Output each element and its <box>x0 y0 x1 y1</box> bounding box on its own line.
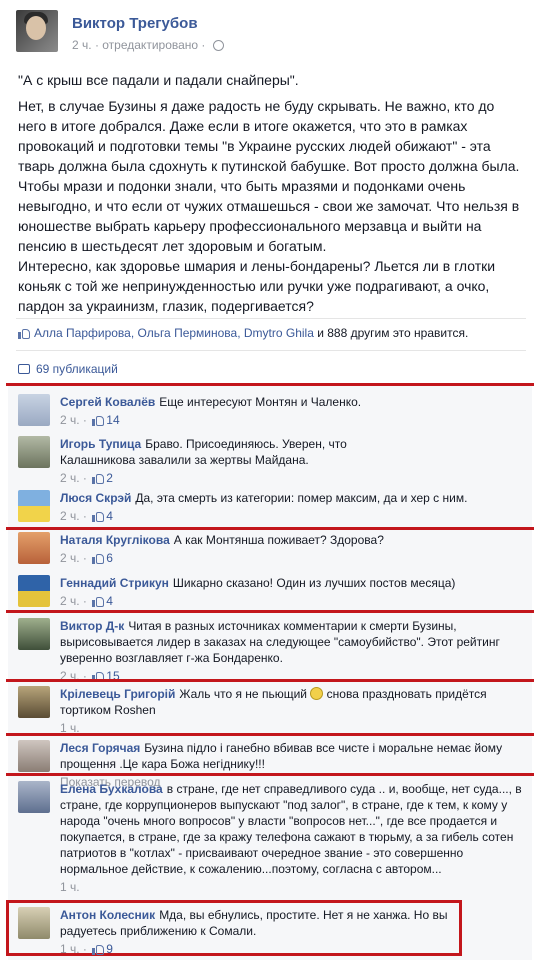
comment-author[interactable]: Люся Скрэй <box>60 491 131 505</box>
comment-likes[interactable]: 9 <box>106 942 113 956</box>
frown-emoji-icon <box>310 687 324 700</box>
post-paragraph: "А с крыш все падали и падали снайперы". <box>18 72 299 88</box>
avatar[interactable] <box>18 686 50 718</box>
comment-text: Шикарно сказано! Один из лучших постов м… <box>172 576 456 590</box>
comment-time[interactable]: 2 ч. · <box>60 413 87 427</box>
comment-meta: 2 ч. · 14 <box>60 412 526 428</box>
comment-body: Сергей Ковалёв Еще интересуют Монтян и Ча… <box>60 394 526 428</box>
divider <box>16 318 526 319</box>
comment-body: Люся Скрэй Да, эта смерть из категории: п… <box>60 490 526 524</box>
comment-time[interactable]: 1 ч. · <box>60 942 87 956</box>
like-icon <box>18 327 30 339</box>
avatar[interactable] <box>18 490 50 522</box>
likes-summary: Алла Парфирова, Ольга Перминова, Dmytro … <box>18 326 468 340</box>
comment-likes[interactable]: 6 <box>106 551 113 565</box>
highlight-line <box>6 527 534 530</box>
post-time[interactable]: 2 ч. <box>72 38 92 52</box>
comment-text: Читая в разных источниках комментарии к … <box>60 619 500 665</box>
comment-time[interactable]: 2 ч. · <box>60 594 87 608</box>
comment-time[interactable]: 2 ч. · <box>60 509 87 523</box>
comment-text: Да, эта смерть из категории: помер макси… <box>135 491 468 505</box>
avatar[interactable] <box>18 436 50 468</box>
like-icon <box>92 414 105 426</box>
comment-body: Наталя Круглікова А как Монтянша поживает… <box>60 532 526 566</box>
author-name[interactable]: Виктор Трегубов <box>72 15 198 32</box>
post-meta: 2 ч. · отредактировано · <box>72 38 224 52</box>
highlight-line <box>6 773 534 776</box>
highlight-line <box>6 733 534 736</box>
comment-likes[interactable]: 4 <box>106 594 113 608</box>
comment-likes[interactable]: 2 <box>106 471 113 485</box>
comment-meta: 2 ч. · 4 <box>60 593 526 609</box>
divider <box>16 350 526 351</box>
avatar[interactable] <box>18 394 50 426</box>
avatar[interactable] <box>18 740 50 772</box>
likes-names[interactable]: Алла Парфирова, Ольга Перминова, Dmytro … <box>34 326 314 340</box>
comment-time[interactable]: 2 ч. · <box>60 471 87 485</box>
comment-text: Жаль что я не пьющий <box>179 687 307 701</box>
comment-author[interactable]: Леся Горячая <box>60 741 140 755</box>
comment-time[interactable]: 2 ч. · <box>60 551 87 565</box>
comment-body: Игорь Тупица Браво. Присоединяюсь. Уверен… <box>60 436 390 486</box>
highlight-line <box>6 610 534 613</box>
comment-meta: 1 ч. · 9 <box>60 941 460 957</box>
comment-likes[interactable]: 14 <box>106 413 119 427</box>
edited-label[interactable]: · отредактировано · <box>95 38 205 52</box>
comment-text: в стране, где нет справедливого суда .. … <box>60 782 522 876</box>
like-icon <box>92 552 105 564</box>
likes-rest: и 888 другим это нравится. <box>313 326 469 340</box>
comment-body: Геннадий Стрикун Шикарно сказано! Один из… <box>60 575 526 609</box>
comment-meta: 2 ч. · 4 <box>60 508 526 524</box>
comment-author[interactable]: Виктор Д-к <box>60 619 124 633</box>
avatar[interactable] <box>18 618 50 650</box>
like-icon <box>92 595 105 607</box>
comment-meta: 2 ч. · 6 <box>60 550 526 566</box>
like-icon <box>92 510 105 522</box>
comment-body: Антон Колесник Мда, вы ебнулись, простите… <box>60 907 460 957</box>
share-icon <box>18 364 30 374</box>
comment-author[interactable]: Елена Бухкалова <box>60 782 163 796</box>
comment-author[interactable]: Сергей Ковалёв <box>60 395 155 409</box>
avatar[interactable] <box>18 907 50 939</box>
post-card: Виктор Трегубов 2 ч. · отредактировано ·… <box>0 0 541 960</box>
comment-text: Еще интересуют Монтян и Чаленко. <box>159 395 362 409</box>
globe-icon <box>212 40 224 51</box>
avatar[interactable] <box>18 781 50 813</box>
highlight-line <box>6 679 534 682</box>
comment-likes[interactable]: 4 <box>106 509 113 523</box>
comment-author[interactable]: Игорь Тупица <box>60 437 141 451</box>
avatar[interactable] <box>18 532 50 564</box>
comment-body: Виктор Д-к Читая в разных источниках комм… <box>60 618 526 684</box>
comment-meta: 1 ч. <box>60 879 526 895</box>
like-icon <box>92 472 105 484</box>
author-avatar[interactable] <box>16 10 58 52</box>
comment-text: А как Монтянша поживает? Здорова? <box>173 533 384 547</box>
highlight-line <box>6 383 534 386</box>
like-icon <box>92 943 105 955</box>
post-paragraph: Нет, в случае Бузины я даже радость не б… <box>18 98 520 254</box>
comment-time[interactable]: 1 ч. <box>60 880 80 894</box>
shares-count: 69 публикаций <box>36 362 118 376</box>
comment-meta: 2 ч. · 2 <box>60 470 390 486</box>
avatar[interactable] <box>18 575 50 607</box>
shares-link[interactable]: 69 публикаций <box>18 362 118 376</box>
comment-author[interactable]: Наталя Круглікова <box>60 533 170 547</box>
post-paragraph: Интересно, как здоровье шмария и лены-бо… <box>18 258 496 314</box>
comment-author[interactable]: Крілевець Григорій <box>60 687 175 701</box>
comment-author[interactable]: Антон Колесник <box>60 908 155 922</box>
comment-body: Елена Бухкалова в стране, где нет справед… <box>60 781 526 895</box>
comment-body: Крілевець Григорій Жаль что я не пьющий с… <box>60 686 526 736</box>
comment-author[interactable]: Геннадий Стрикун <box>60 576 169 590</box>
